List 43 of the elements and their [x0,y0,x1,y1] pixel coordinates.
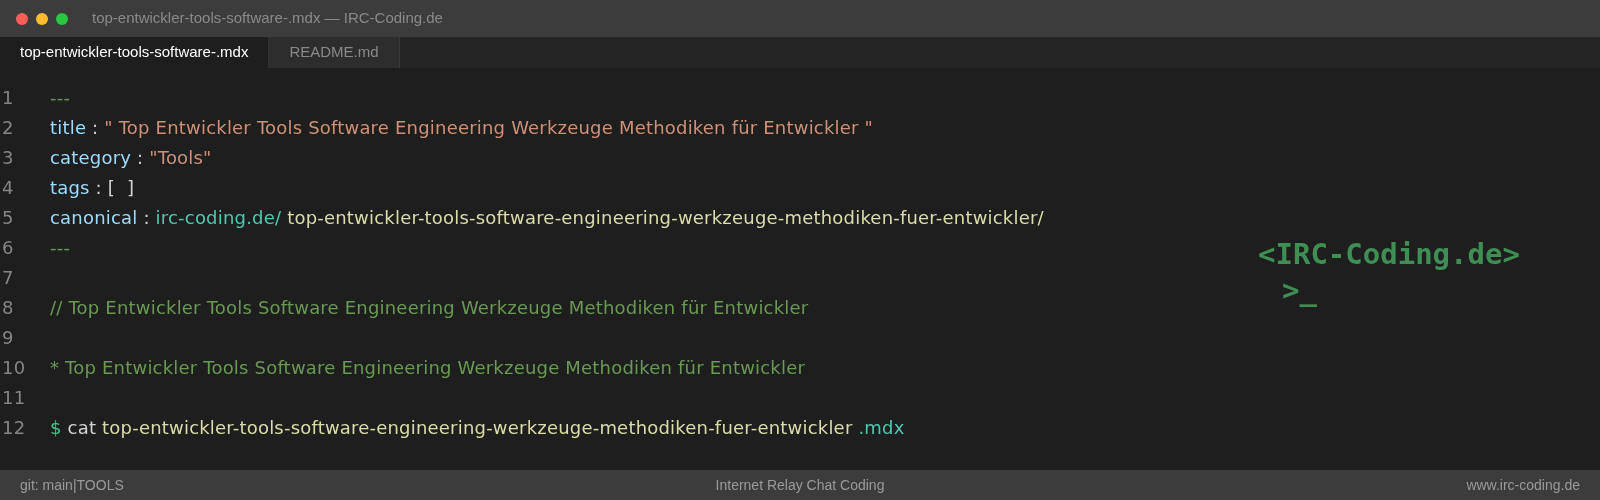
close-button[interactable] [16,12,28,25]
line-number: 7 [1,265,15,290]
prompt-logo: >_ [1282,272,1317,308]
status-text: Internet Relay Chat Coding [715,475,885,495]
editor-tab[interactable]: README.md [269,37,400,68]
branch-status: git: main|TOOLS [20,475,125,495]
key-text: title [50,115,87,140]
line-number: 8 [1,295,15,320]
line-number: 12 [1,415,27,440]
editor-tab[interactable]: top-entwickler-tools-software-.mdx [0,37,270,68]
punctuation-text: : [136,145,145,170]
punctuation-text: cat [66,415,98,440]
punctuation-text: : [91,115,100,140]
line-number: 3 [1,145,15,170]
key-text: tags [50,175,90,200]
website-link[interactable]: www.irc-coding.de [1180,474,1580,496]
line-number: 10 [1,355,27,380]
line-number: 11 [1,385,27,410]
comment-text: * Top Entwickler Tools Software Engineering Werkzeuge Methodiken für Entwickler [50,355,806,380]
link-text: .mdx [857,415,905,440]
prompt-symbol: $ [50,415,62,440]
comment-text: // Top Entwickler Tools Software Engineering Werkzeuge Methodiken für Entwickler [50,295,809,320]
line-number: 4 [1,175,15,200]
key-text: category [50,145,132,170]
comment-text: --- [50,235,71,260]
key-text: canonical [50,205,138,230]
minimize-button[interactable] [36,12,48,25]
string-text: "Tools" [149,145,212,170]
line-number: 6 [1,235,15,260]
path-text: top-entwickler-tools-software-engineering-werkzeuge-methodiken-fuer-entwickler/ [286,205,1044,230]
line-number: 5 [1,205,15,230]
link-text: irc-coding.de/ [155,205,282,230]
path-text: top-entwickler-tools-software-engineering-werkzeuge-methodiken-fuer-entwickler [102,415,853,440]
punctuation-text: : [ ] [94,175,135,200]
window-title: top-entwickler-tools-software-.mdx — IRC-Coding.de [92,8,443,29]
line-number: 1 [1,85,15,110]
line-number: 2 [1,115,15,140]
string-text: " Top Entwickler Tools Software Engineering Werkzeuge Methodiken für Entwickler " [104,115,874,140]
comment-text: --- [50,85,71,110]
punctuation-text: : [142,205,151,230]
logo-text: <IRC-Coding.de> [1258,236,1520,272]
line-number: 9 [1,325,15,350]
maximize-button[interactable] [56,12,68,25]
